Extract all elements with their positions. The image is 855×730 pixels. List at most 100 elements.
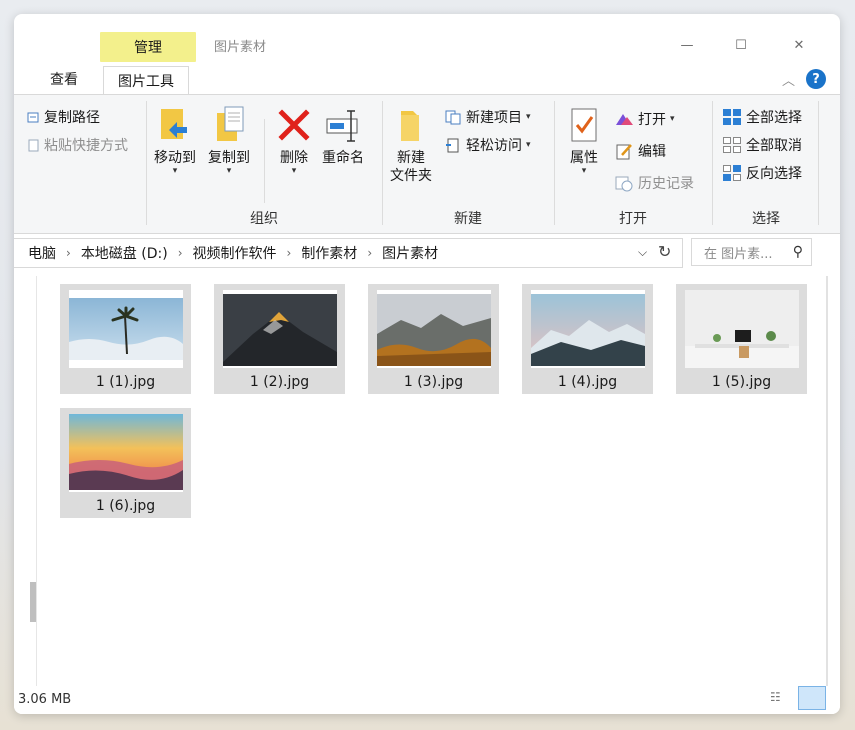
move-to-icon [157,105,193,145]
address-bar[interactable]: 电脑 › 本地磁盘 (D:) › 视频制作软件 › 制作素材 › 图片素材 ⌵ … [14,238,683,268]
group-divider [554,101,555,225]
minimize-button[interactable]: — [672,32,702,58]
file-item[interactable]: 1 (6).jpg [60,408,191,518]
organize-group-label: 组织 [250,211,278,227]
open-icon [614,111,634,127]
minimize-icon: — [680,37,694,53]
select-none-button[interactable]: 全部取消 [722,135,802,155]
organize-inner-divider [264,119,265,203]
select-all-button[interactable]: 全部选择 [722,107,802,127]
properties-dropdown-icon: ▾ [581,166,587,176]
search-icon: ⚲ [792,244,803,260]
close-button[interactable]: ✕ [784,32,814,58]
copy-to-icon [211,105,247,145]
file-thumbnail [376,290,491,368]
tab-view[interactable]: 查看 [36,66,92,92]
details-view-icon[interactable]: ☷ [770,690,781,704]
window-title: 图片素材 [214,40,267,55]
paste-shortcut-button[interactable]: 粘贴快捷方式 [26,135,128,155]
file-name: 1 (6).jpg [95,498,156,514]
close-icon: ✕ [793,37,805,53]
select-none-icon [722,136,742,154]
navigation-pane[interactable] [14,276,37,686]
properties-label: 属性 [570,150,598,166]
copy-path-button[interactable]: 复制路径 [26,107,100,127]
properties-icon [566,105,602,145]
breadcrumb-separator-icon[interactable]: › [367,246,372,260]
invert-selection-icon [722,164,742,182]
paste-shortcut-label: 粘贴快捷方式 [44,138,128,154]
select-none-label: 全部取消 [746,138,802,154]
new-group-label: 新建 [454,211,482,227]
breadcrumb-video-software[interactable]: 视频制作软件 [193,243,277,263]
breadcrumb-local-disk[interactable]: 本地磁盘 (D:) [81,243,168,263]
maximize-button[interactable]: ☐ [726,32,756,58]
group-divider [382,101,383,225]
status-bar: 3.06 MB [14,686,840,714]
move-to-button[interactable]: 移动到 ▾ [154,105,196,176]
file-list: 1 (1).jpg 1 (2).jpg 1 (3).jpg 1 (4).jpg … [37,276,827,686]
copy-to-button[interactable]: 复制到 ▾ [208,105,250,176]
open-dropdown-icon: ▾ [670,114,675,124]
delete-button[interactable]: 删除 ▾ [276,105,312,176]
copy-path-label: 复制路径 [44,110,100,126]
open-button[interactable]: 打开 ▾ [614,109,675,129]
edit-label: 编辑 [638,144,666,160]
large-icons-view-icon[interactable] [798,686,826,710]
breadcrumb-separator-icon[interactable]: › [178,246,183,260]
ribbon: 复制路径 粘贴快捷方式 移动到 ▾ 复制到 ▾ 删除 ▾ 重命名 组织 新建 文… [14,94,840,234]
new-folder-label-line1: 新建 [397,150,425,166]
open-label: 打开 [638,112,666,128]
new-item-button[interactable]: 新建项目 ▾ [444,107,531,127]
move-to-dropdown-icon: ▾ [172,166,178,176]
copy-path-icon [26,110,40,124]
delete-icon [276,105,312,145]
search-box[interactable]: 在 图片素... ⚲ [691,238,812,266]
tab-picture-tools[interactable]: 图片工具 [103,66,189,94]
paste-shortcut-icon [26,138,40,152]
file-item[interactable]: 1 (1).jpg [60,284,191,394]
easy-access-button[interactable]: 轻松访问 ▾ [444,135,531,155]
select-all-label: 全部选择 [746,110,802,126]
breadcrumb-picture-materials[interactable]: 图片素材 [382,243,438,263]
rename-button[interactable]: 重命名 [322,105,364,167]
file-name: 1 (5).jpg [711,374,772,390]
history-label: 历史记录 [638,176,694,192]
move-to-label: 移动到 [154,150,196,166]
address-history-dropdown-icon[interactable]: ⌵ [638,245,647,260]
help-icon[interactable]: ? [806,69,826,89]
copy-to-label: 复制到 [208,150,250,166]
file-item[interactable]: 1 (3).jpg [368,284,499,394]
delete-dropdown-icon: ▾ [291,166,297,176]
group-divider [712,101,713,225]
history-button[interactable]: 历史记录 [614,173,694,193]
breadcrumb-materials[interactable]: 制作素材 [301,243,357,263]
select-group-label: 选择 [752,211,780,227]
breadcrumb-separator-icon[interactable]: › [66,246,71,260]
new-folder-button[interactable]: 新建 文件夹 [390,105,432,185]
edit-icon [614,142,634,160]
file-list-scrollbar[interactable] [826,276,828,686]
file-thumbnail [68,290,183,368]
file-name: 1 (1).jpg [95,374,156,390]
file-item[interactable]: 1 (2).jpg [214,284,345,394]
tab-manage[interactable]: 管理 [100,32,196,62]
refresh-icon[interactable]: ↻ [658,242,671,261]
edit-button[interactable]: 编辑 [614,141,666,161]
file-item[interactable]: 1 (4).jpg [522,284,653,394]
group-divider [146,101,147,225]
breadcrumb-separator-icon[interactable]: › [287,246,292,260]
rename-label: 重命名 [322,150,364,166]
file-thumbnail [530,290,645,368]
delete-label: 删除 [280,150,308,166]
properties-button[interactable]: 属性 ▾ [566,105,602,176]
invert-selection-button[interactable]: 反向选择 [722,163,802,183]
file-item[interactable]: 1 (5).jpg [676,284,807,394]
group-divider [818,101,819,225]
file-thumbnail [222,290,337,368]
breadcrumb-computer[interactable]: 电脑 [28,243,56,263]
file-thumbnail [68,414,183,492]
collapse-ribbon-icon[interactable]: ︿ [782,70,795,89]
file-name: 1 (4).jpg [557,374,618,390]
navigation-pane-scrollbar[interactable] [30,582,36,622]
